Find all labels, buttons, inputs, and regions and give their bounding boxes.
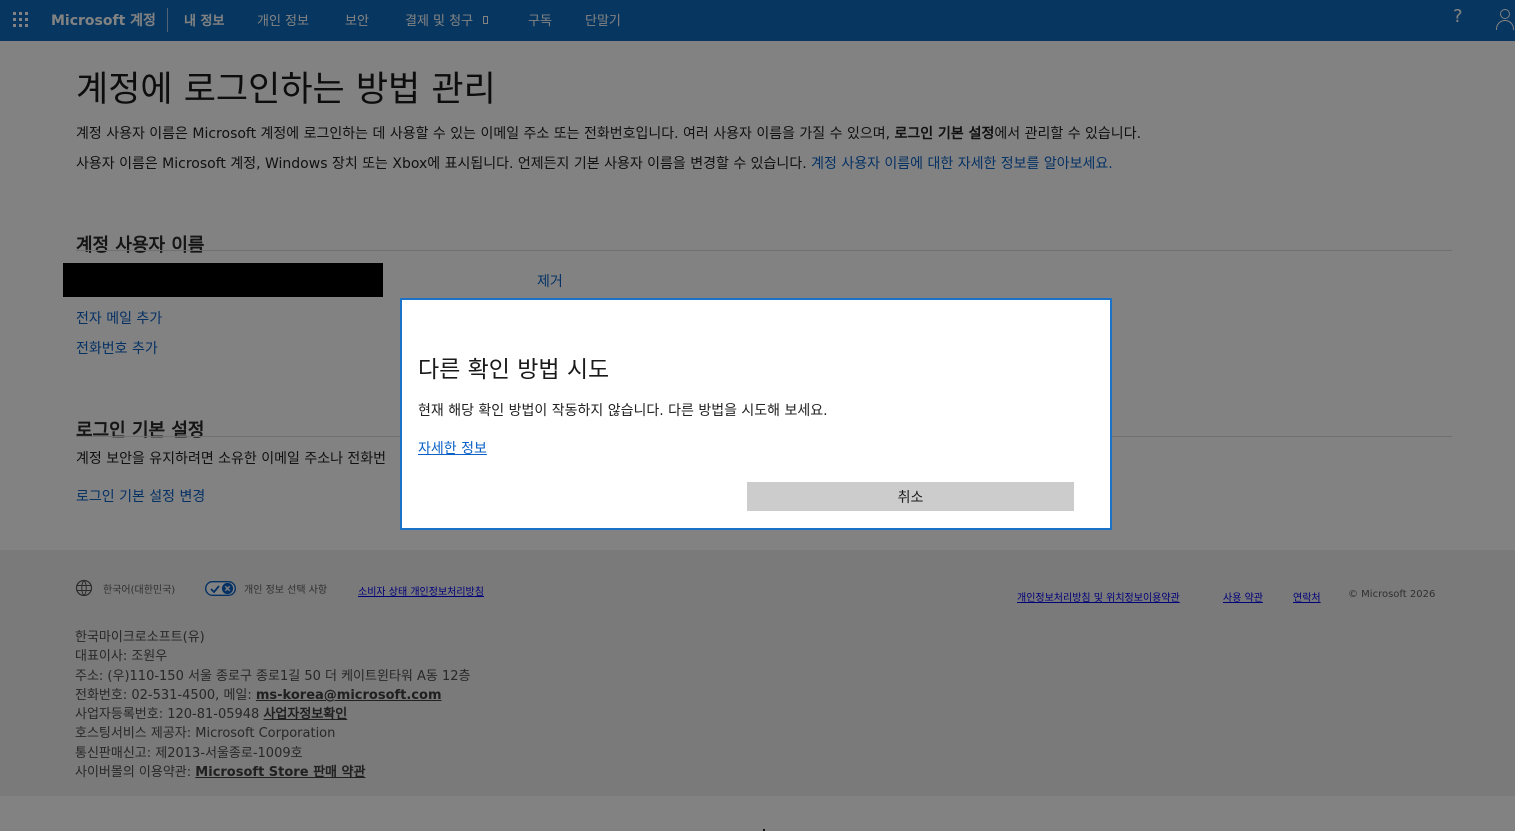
more-info-link[interactable]: 자세한 정보 xyxy=(418,438,487,458)
dialog-message: 현재 해당 확인 방법이 작동하지 않습니다. 다른 방법을 시도해 보세요. xyxy=(418,403,828,419)
verification-dialog: 다른 확인 방법 시도 현재 해당 확인 방법이 작동하지 않습니다. 다른 방… xyxy=(400,298,1112,530)
dialog-title: 다른 확인 방법 시도 xyxy=(418,357,610,383)
cancel-button[interactable]: 취소 xyxy=(747,482,1074,511)
account-app: Microsoft 계정 내 정보 개인 정보 보안 결제 및 청구 구독 단말… xyxy=(0,0,1515,831)
